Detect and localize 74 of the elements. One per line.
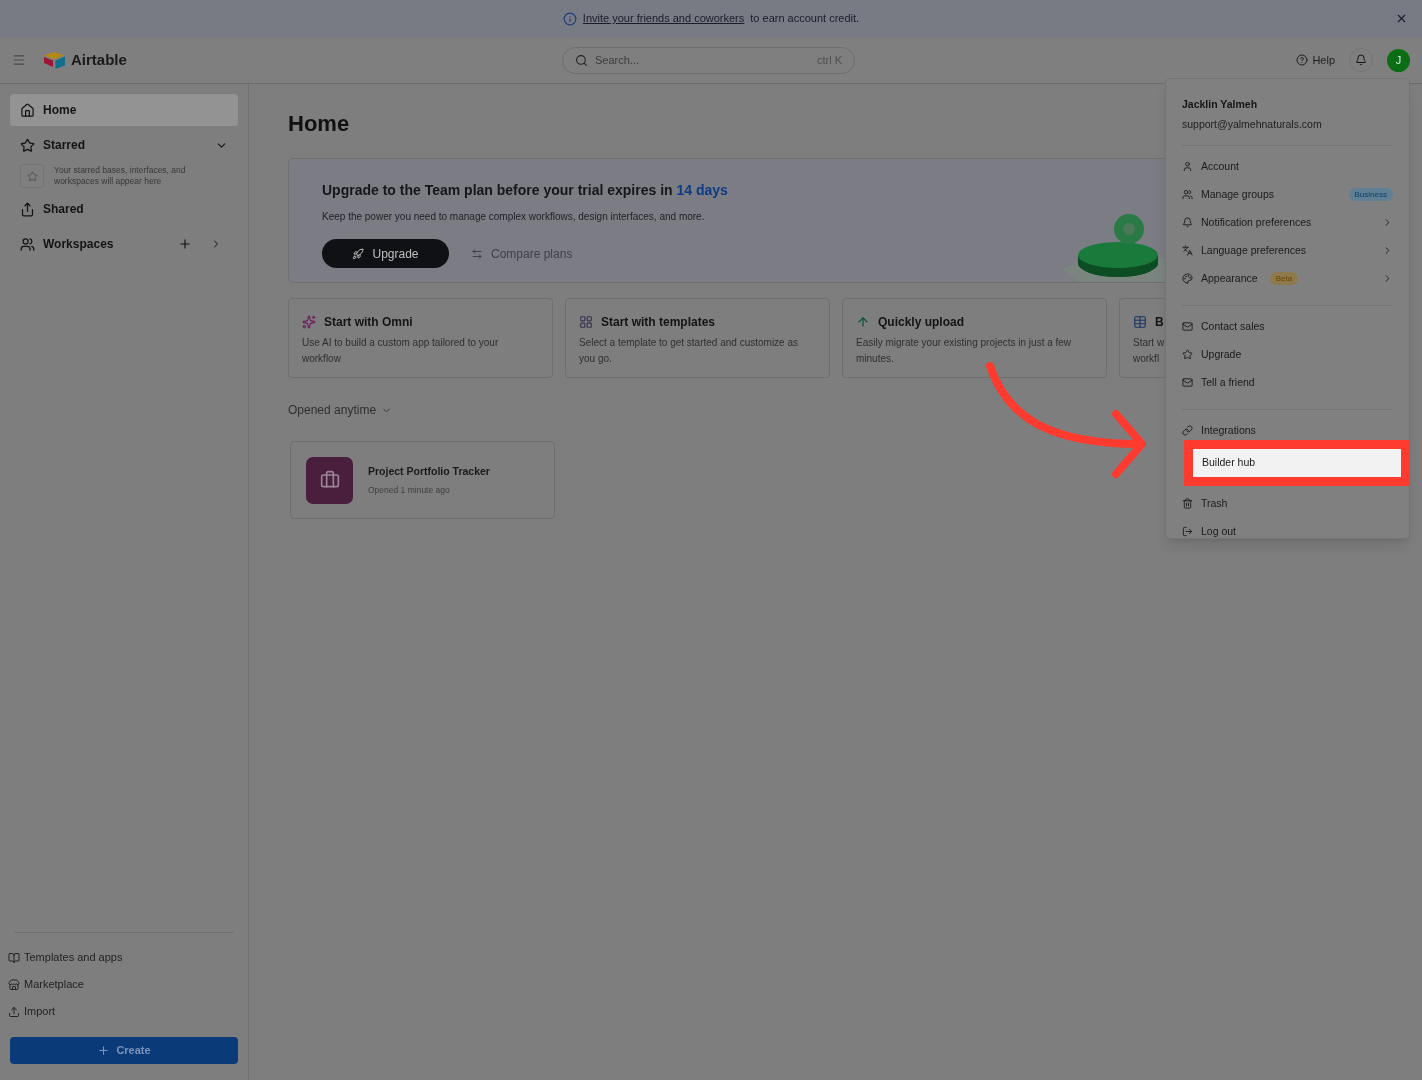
upload-icon xyxy=(8,1005,20,1018)
card-text: Select a template to get started and customize as you go. xyxy=(579,336,799,366)
book-icon xyxy=(8,951,20,964)
base-name: Project Portfolio Tracker xyxy=(368,463,490,479)
search-placeholder: Search... xyxy=(595,52,640,68)
menu-item[interactable]: Log out xyxy=(1182,517,1393,546)
filter-dropdown[interactable]: Opened anytime xyxy=(288,401,393,419)
people-icon xyxy=(1182,189,1193,200)
card-title: B xyxy=(1155,314,1164,331)
menu-item[interactable]: Trash xyxy=(1182,489,1393,518)
menu-item[interactable]: Language preferences xyxy=(1182,236,1393,265)
user-name: Jacklin Yalmeh xyxy=(1182,97,1258,112)
banner-title: Upgrade to the Team plan before your trial expires in 14 days xyxy=(322,181,728,200)
mail-icon xyxy=(1182,377,1193,388)
upgrade-button[interactable]: Upgrade xyxy=(322,239,449,268)
table-icon xyxy=(1133,315,1147,329)
menu-badge: Business xyxy=(1348,188,1393,201)
bell-icon xyxy=(1355,54,1367,66)
menu-item[interactable]: Upgrade xyxy=(1182,340,1393,369)
palette-icon xyxy=(1182,273,1193,284)
link-icon xyxy=(1182,425,1193,436)
translate-icon xyxy=(1182,245,1193,256)
home-icon xyxy=(20,102,35,118)
sidebar-link[interactable]: Marketplace xyxy=(8,976,234,993)
swap-icon xyxy=(471,247,483,260)
trash-icon xyxy=(1182,498,1193,509)
star-icon xyxy=(20,137,35,153)
mail-icon xyxy=(1182,321,1193,332)
sidebar-item[interactable]: Home xyxy=(10,94,238,126)
store-icon xyxy=(8,978,20,991)
invite-link[interactable]: Invite your friends and coworkers xyxy=(582,10,745,27)
menu-item[interactable]: Appearance Beta xyxy=(1182,264,1393,293)
avatar-button[interactable]: J xyxy=(1387,48,1410,72)
menu-item[interactable]: Tell a friend xyxy=(1182,368,1393,397)
menu-item[interactable]: Contact sales xyxy=(1182,312,1393,341)
start-card[interactable]: Quickly upload Easily migrate your existing projects in just a few minutes. xyxy=(842,298,1107,378)
start-card[interactable]: Start with Omni Use AI to build a custom app tailored to your workflow xyxy=(288,298,553,378)
card-text: Start w workfl xyxy=(1133,336,1165,366)
star-icon xyxy=(1182,349,1193,360)
card-title: Quickly upload xyxy=(878,314,964,331)
share-icon xyxy=(20,201,35,217)
info-icon xyxy=(562,11,577,26)
grid-icon xyxy=(579,315,593,329)
user-email: support@yalmehnaturals.com xyxy=(1182,116,1322,132)
sidebar-link[interactable]: Import xyxy=(8,1003,234,1020)
logo-icon xyxy=(43,51,67,69)
help-button[interactable]: Help xyxy=(1296,51,1335,69)
notice-text: to earn account credit. xyxy=(750,11,860,27)
card-text: Easily migrate your existing projects in just a few minutes. xyxy=(856,336,1073,366)
people-icon xyxy=(20,236,35,252)
add-icon xyxy=(178,237,192,251)
compare-plans-button[interactable]: Compare plans xyxy=(471,244,573,263)
plus-icon xyxy=(97,1044,111,1057)
menu-item[interactable]: Builder hub xyxy=(1184,439,1410,486)
bell-icon xyxy=(1182,217,1193,228)
person-icon xyxy=(1182,161,1193,172)
menu-item[interactable]: Manage groups Business xyxy=(1182,180,1393,209)
card-text: Use AI to build a custom app tailored to your workflow xyxy=(302,336,500,366)
menu-item[interactable]: Account xyxy=(1182,152,1393,181)
card-title: Start with templates xyxy=(601,314,716,331)
create-button[interactable]: Create xyxy=(10,1037,238,1064)
search-icon xyxy=(575,53,588,67)
card-title: Start with Omni xyxy=(324,314,413,331)
help-icon xyxy=(1296,54,1309,66)
logo-text: Airtable xyxy=(71,49,127,70)
start-card[interactable]: Start with templates Select a template to get started and customize as you go. xyxy=(565,298,830,378)
logout-icon xyxy=(1182,526,1193,537)
page-title: Home xyxy=(288,111,350,137)
menu-badge: Beta xyxy=(1269,272,1299,285)
menu-item[interactable]: Notification preferences xyxy=(1182,208,1393,237)
sidebar-link[interactable]: Templates and apps xyxy=(8,949,234,966)
banner-text: Keep the power you need to manage complex workflows, design interfaces, and more. xyxy=(322,210,705,224)
rocket-icon xyxy=(352,247,365,260)
sparkle-icon xyxy=(302,315,316,329)
